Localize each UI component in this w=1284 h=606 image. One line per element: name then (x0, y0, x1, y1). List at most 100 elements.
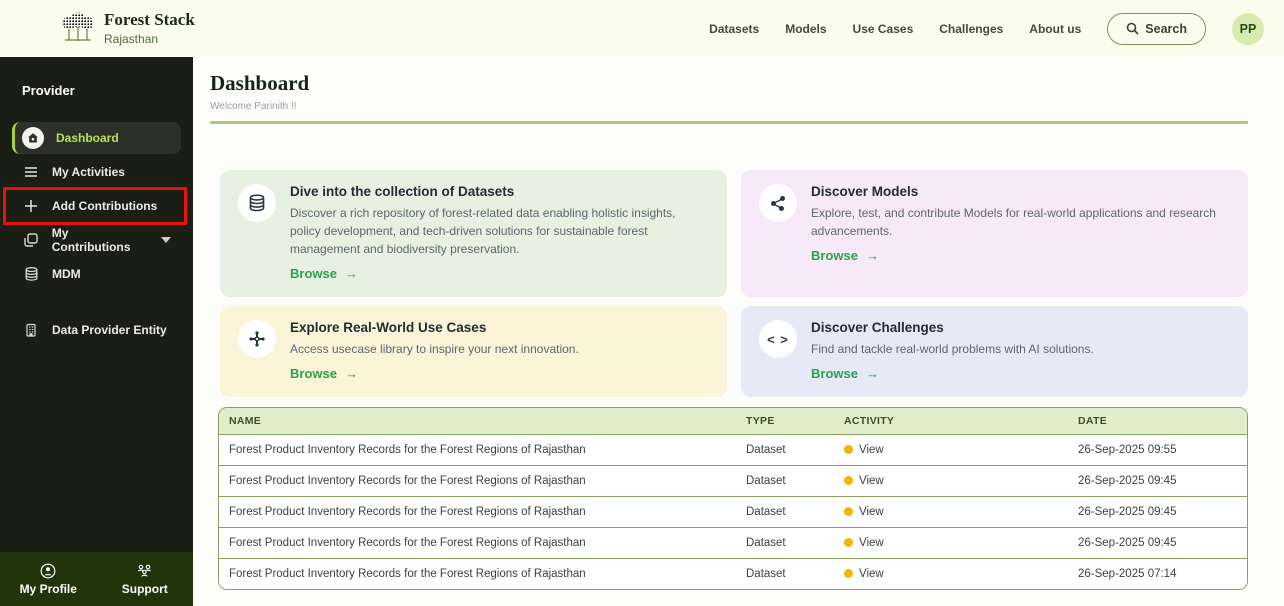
green-divider (210, 121, 1248, 124)
browse-use-cases-link[interactable]: Browse→ (290, 366, 358, 381)
top-header: Forest Stack Rajasthan Datasets Models U… (0, 0, 1284, 57)
card-datasets[interactable]: Dive into the collection of Datasets Dis… (220, 170, 727, 297)
cell-activity: View (834, 537, 1068, 549)
database-icon (22, 267, 40, 281)
cell-activity: View (834, 568, 1068, 580)
brand-title: Forest Stack (104, 11, 195, 30)
table-header-row: NAME TYPE ACTIVITY DATE (219, 408, 1247, 434)
search-icon (1126, 22, 1139, 35)
activity-dot-icon (844, 476, 853, 485)
my-profile-button[interactable]: My Profile (0, 552, 97, 606)
federated-plus-icon (238, 320, 276, 358)
people-icon (136, 563, 153, 579)
sidebar-item-label: My Contributions (52, 226, 149, 254)
browse-challenges-link[interactable]: Browse→ (811, 366, 879, 381)
sidebar-item-my-activities[interactable]: My Activities (12, 156, 181, 188)
activity-dot-icon (844, 445, 853, 454)
network-icon (759, 184, 797, 222)
activity-dot-icon (844, 569, 853, 578)
cell-name: Forest Product Inventory Records for the… (219, 475, 736, 487)
forest-stack-logo-icon (60, 11, 96, 47)
col-header-activity: ACTIVITY (834, 415, 1068, 427)
brand[interactable]: Forest Stack Rajasthan (60, 11, 195, 47)
nav-about-us[interactable]: About us (1029, 22, 1081, 36)
nav-use-cases[interactable]: Use Cases (853, 22, 914, 36)
browse-models-link[interactable]: Browse→ (811, 248, 879, 263)
cell-activity: View (834, 506, 1068, 518)
table-row[interactable]: Forest Product Inventory Records for the… (219, 434, 1247, 465)
arrow-right-icon: → (866, 248, 879, 263)
code-icon: < > (759, 320, 797, 358)
sidebar-item-add-contributions[interactable]: Add Contributions (12, 190, 181, 222)
cell-type: Dataset (736, 506, 834, 518)
nav-datasets[interactable]: Datasets (709, 22, 759, 36)
sidebar-item-label: Dashboard (56, 131, 119, 145)
card-challenges[interactable]: < > Discover Challenges Find and tackle … (741, 306, 1248, 397)
activity-table: NAME TYPE ACTIVITY DATE Forest Product I… (218, 407, 1248, 590)
sidebar-section-label: Provider (22, 83, 193, 98)
cell-date: 26-Sep-2025 09:55 (1068, 444, 1247, 456)
card-body: Access usecase library to inspire your n… (290, 340, 579, 358)
cell-name: Forest Product Inventory Records for the… (219, 537, 736, 549)
browse-datasets-link[interactable]: Browse→ (290, 266, 358, 281)
card-use-cases[interactable]: Explore Real-World Use Cases Access usec… (220, 306, 727, 397)
person-circle-icon (40, 563, 56, 579)
sidebar-list: Dashboard My Activities (0, 122, 193, 346)
card-models[interactable]: Discover Models Explore, test, and contr… (741, 170, 1248, 297)
cell-date: 26-Sep-2025 09:45 (1068, 506, 1247, 518)
card-title: Explore Real-World Use Cases (290, 320, 579, 335)
table-row[interactable]: Forest Product Inventory Records for the… (219, 527, 1247, 558)
sidebar-item-mdm[interactable]: MDM (12, 258, 181, 290)
sidebar-item-data-provider-entity[interactable]: Data Provider Entity (12, 314, 181, 346)
search-button[interactable]: Search (1107, 13, 1206, 45)
header-nav: Datasets Models Use Cases Challenges Abo… (709, 13, 1264, 45)
card-body: Find and tackle real-world problems with… (811, 340, 1094, 358)
sidebar-item-my-contributions[interactable]: My Contributions (12, 224, 181, 256)
arrow-right-icon: → (866, 366, 879, 381)
nav-challenges[interactable]: Challenges (939, 22, 1003, 36)
card-content: Dive into the collection of Datasets Dis… (290, 184, 709, 283)
card-content: Explore Real-World Use Cases Access usec… (290, 320, 579, 383)
cell-activity: View (834, 475, 1068, 487)
table-row[interactable]: Forest Product Inventory Records for the… (219, 496, 1247, 527)
card-body: Explore, test, and contribute Models for… (811, 204, 1230, 240)
arrow-right-icon: → (345, 266, 358, 281)
card-content: Discover Challenges Find and tackle real… (811, 320, 1094, 383)
sidebar: Provider Dashboard (0, 57, 193, 606)
brand-text: Forest Stack Rajasthan (104, 11, 195, 46)
card-body: Discover a rich repository of forest-rel… (290, 204, 709, 258)
welcome-text: Welcome Parinith !! (210, 101, 1248, 112)
table-row[interactable]: Forest Product Inventory Records for the… (219, 465, 1247, 496)
chevron-down-icon[interactable] (161, 237, 171, 243)
card-title: Discover Models (811, 184, 1230, 199)
arrow-right-icon: → (345, 366, 358, 381)
cell-date: 26-Sep-2025 09:45 (1068, 537, 1247, 549)
avatar[interactable]: PP (1232, 13, 1264, 45)
sidebar-item-dashboard[interactable]: Dashboard (12, 122, 181, 154)
plus-icon (22, 199, 40, 213)
nav-models[interactable]: Models (785, 22, 826, 36)
cell-date: 26-Sep-2025 07:14 (1068, 568, 1247, 580)
home-icon (22, 127, 44, 149)
table-row[interactable]: Forest Product Inventory Records for the… (219, 558, 1247, 589)
cell-name: Forest Product Inventory Records for the… (219, 506, 736, 518)
my-profile-label: My Profile (20, 582, 77, 596)
cell-name: Forest Product Inventory Records for the… (219, 444, 736, 456)
main-content: Dashboard Welcome Parinith !! Dive int (193, 57, 1284, 606)
cell-date: 26-Sep-2025 09:45 (1068, 475, 1247, 487)
sidebar-item-label: Add Contributions (52, 199, 157, 213)
feature-cards: Dive into the collection of Datasets Dis… (210, 170, 1248, 397)
cell-name: Forest Product Inventory Records for the… (219, 568, 736, 580)
cell-type: Dataset (736, 444, 834, 456)
activity-dot-icon (844, 538, 853, 547)
search-label: Search (1145, 22, 1187, 36)
brand-subtitle: Rajasthan (104, 32, 195, 46)
page-title: Dashboard (210, 71, 1248, 96)
cell-type: Dataset (736, 475, 834, 487)
col-header-date: DATE (1068, 415, 1247, 427)
support-button[interactable]: Support (97, 552, 194, 606)
list-icon (22, 166, 40, 178)
cell-type: Dataset (736, 568, 834, 580)
card-content: Discover Models Explore, test, and contr… (811, 184, 1230, 283)
col-header-name: NAME (219, 415, 736, 427)
